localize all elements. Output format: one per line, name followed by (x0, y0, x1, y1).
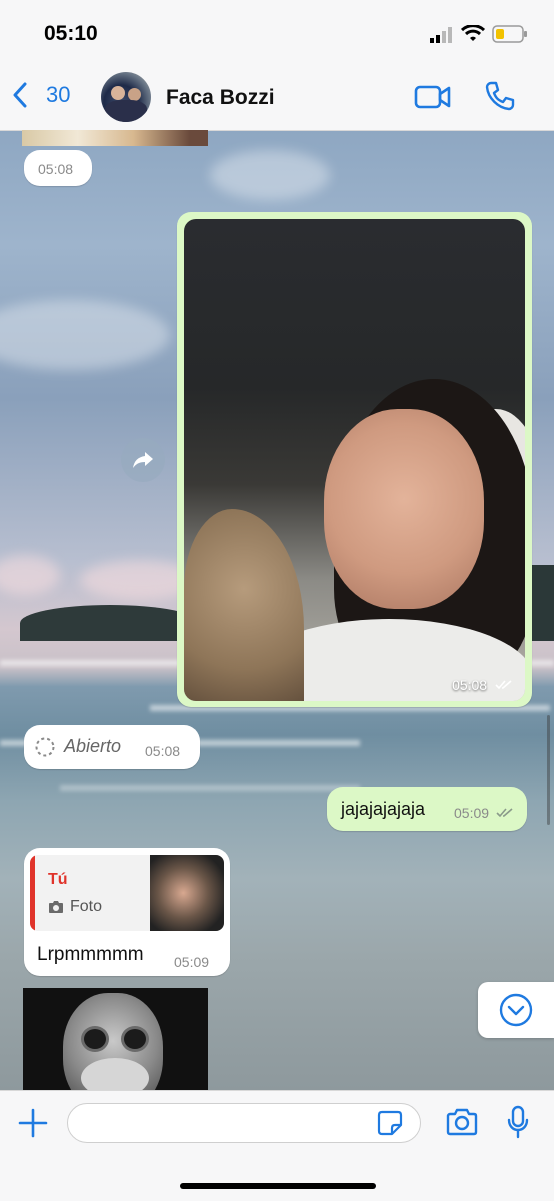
message-text: Lrpmmmmm (37, 944, 144, 965)
message-input[interactable] (67, 1103, 421, 1143)
chat-header: 30 Faca Bozzi (0, 70, 554, 131)
quoted-photo-thumbnail (150, 855, 224, 931)
phone-icon[interactable] (484, 80, 516, 112)
view-once-icon (35, 737, 55, 757)
status-bar: 05:10 (0, 0, 554, 70)
read-receipt-icon (495, 680, 512, 690)
quote-bar (30, 855, 35, 931)
cat (184, 509, 304, 701)
avatar[interactable] (101, 72, 151, 122)
forward-icon (133, 452, 153, 468)
photo-time: 05:08 (452, 677, 513, 693)
photo[interactable]: 05:08 (184, 219, 525, 701)
home-indicator (180, 1183, 376, 1189)
camera-icon (49, 901, 63, 913)
battery-icon (492, 25, 527, 43)
view-once-label: Abierto (64, 736, 122, 756)
island (20, 605, 200, 641)
scroll-to-bottom-button[interactable] (478, 982, 554, 1038)
chevron-down-icon (499, 993, 533, 1027)
wifi-icon (461, 25, 485, 41)
scrollbar[interactable] (547, 715, 550, 825)
quoted-type: Foto (70, 898, 103, 915)
outgoing-text-message[interactable]: jajajajajaja 05:09 (327, 787, 527, 831)
view-once-message[interactable]: Abierto 05:08 (24, 725, 200, 769)
quoted-message[interactable]: Tú Foto (30, 855, 224, 931)
signal-icon (430, 27, 452, 43)
donkey-photo[interactable] (23, 988, 208, 1090)
message-time: 05:09 (174, 954, 210, 970)
plus-icon[interactable] (17, 1107, 49, 1139)
previous-photo-thumbnail[interactable] (22, 130, 208, 146)
message-composer (0, 1090, 554, 1201)
sticker-icon[interactable] (377, 1110, 403, 1136)
unread-count: 30 (46, 82, 71, 107)
quoted-author: Tú (48, 871, 68, 888)
chevron-left-icon (13, 82, 27, 108)
back-button[interactable]: 30 (12, 82, 70, 108)
video-camera-icon[interactable] (414, 84, 452, 110)
incoming-message[interactable]: 05:08 (24, 150, 92, 186)
message-text: jajajajajaja (341, 799, 426, 819)
microphone-icon[interactable] (506, 1105, 530, 1139)
forward-button[interactable] (121, 438, 165, 482)
message-time: 05:09 (454, 805, 514, 821)
message-time: 05:08 (38, 161, 74, 177)
read-receipt-icon (496, 808, 513, 818)
camera-icon[interactable] (446, 1107, 478, 1137)
message-time: 05:08 (145, 743, 181, 759)
contact-name[interactable]: Faca Bozzi (166, 86, 275, 110)
status-time: 05:10 (44, 22, 98, 45)
